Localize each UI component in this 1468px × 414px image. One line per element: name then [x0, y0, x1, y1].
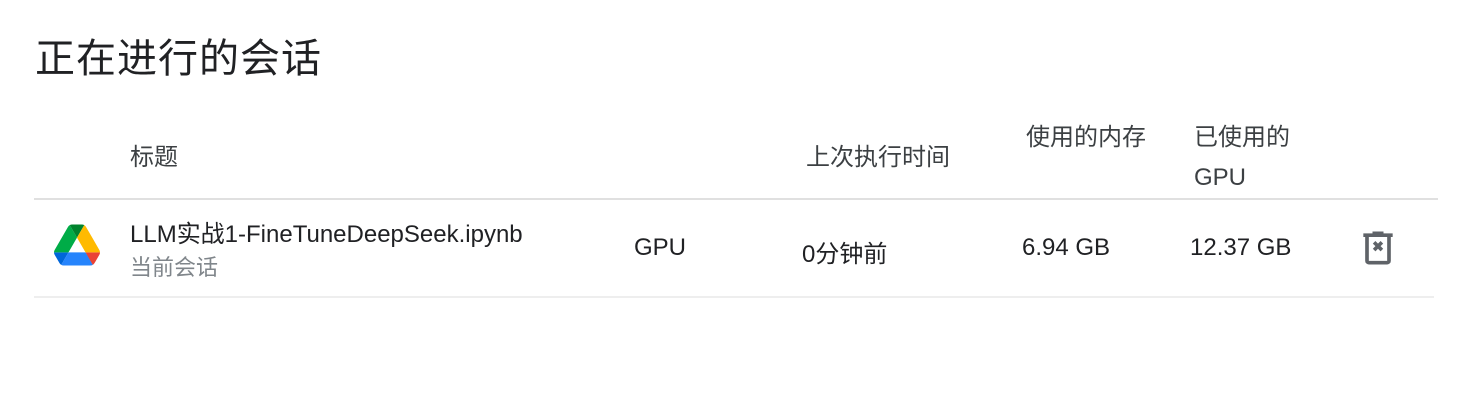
gpu-used-value: 12.37 GB [1190, 234, 1292, 261]
header-title: 标题 [130, 144, 178, 171]
header-last-run: 上次执行时间 [806, 144, 950, 171]
session-subtitle: 当前会话 [130, 255, 219, 280]
table-header: 标题 上次执行时间 使用的内存 已使用的GPU [34, 100, 1438, 200]
header-gpu-used: 已使用的GPU [1194, 124, 1290, 191]
memory-used-value: 6.94 GB [1022, 234, 1111, 261]
delete-icon[interactable] [1356, 226, 1400, 270]
table-row: LLM实战1-FineTuneDeepSeek.ipynb 当前会话 GPU 0… [34, 200, 1434, 298]
notebook-name-link[interactable]: LLM实战1-FineTuneDeepSeek.ipynb [130, 214, 523, 249]
last-run-time: 0分钟前 [802, 241, 888, 268]
page-title: 正在进行的会话 [35, 37, 322, 81]
header-memory-used: 使用的内存 [1026, 124, 1146, 151]
google-drive-icon [54, 224, 100, 266]
sessions-page: 正在进行的会话 标题 上次执行时间 使用的内存 已使用的GPU LLM实战1-F… [0, 0, 1468, 414]
runtime-type: GPU [634, 234, 687, 261]
